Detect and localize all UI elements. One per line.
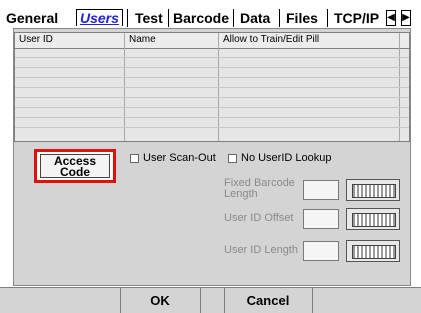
user-id-length-label: User ID Length: [224, 244, 298, 256]
access-code-highlight: Access Code: [34, 149, 116, 183]
user-scan-out-label: User Scan-Out: [143, 152, 216, 164]
user-id-offset-field[interactable]: [303, 209, 339, 229]
tab-data[interactable]: Data: [240, 10, 270, 26]
keyboard-icon[interactable]: [346, 208, 400, 230]
table-row[interactable]: [15, 117, 409, 118]
fixed-barcode-length-field[interactable]: [303, 180, 339, 200]
ok-button[interactable]: OK: [121, 288, 199, 313]
tab-tcpip[interactable]: TCP/IP: [334, 10, 379, 26]
no-userid-lookup-checkbox[interactable]: No UserID Lookup: [228, 152, 332, 164]
column-header-user-id[interactable]: User ID: [19, 34, 53, 45]
table-row[interactable]: [15, 87, 409, 88]
user-scan-out-checkbox[interactable]: User Scan-Out: [130, 152, 216, 164]
footer-divider: [200, 288, 201, 313]
user-id-length-field[interactable]: [303, 241, 339, 261]
user-id-offset-label: User ID Offset: [224, 212, 294, 224]
table-row[interactable]: [15, 67, 409, 68]
table-row[interactable]: [15, 97, 409, 98]
tab-general[interactable]: General: [6, 10, 58, 26]
footer-divider: [312, 288, 313, 313]
footer-bar: OK Cancel: [0, 287, 421, 313]
table-row[interactable]: [15, 77, 409, 78]
fixed-barcode-length-label-line2: Length: [224, 188, 258, 200]
table-header: User ID Name Allow to Train/Edit Pill: [15, 33, 409, 49]
checkbox-icon: [130, 153, 139, 163]
no-userid-lookup-label: No UserID Lookup: [241, 152, 332, 164]
table-row[interactable]: [15, 57, 409, 58]
column-header-allow-train[interactable]: Allow to Train/Edit Pill: [223, 34, 319, 45]
tab-divider: [327, 9, 328, 27]
checkbox-icon: [228, 153, 237, 163]
access-code-button[interactable]: Access Code: [40, 154, 110, 178]
users-table[interactable]: User ID Name Allow to Train/Edit Pill: [14, 32, 410, 142]
keyboard-keys: [352, 184, 396, 198]
tab-divider: [127, 9, 128, 27]
tab-files[interactable]: Files: [286, 10, 318, 26]
table-row[interactable]: [15, 127, 409, 128]
tab-bar: General Users Test Barcode Data Files TC…: [0, 0, 421, 30]
table-row[interactable]: [15, 107, 409, 108]
keyboard-icon[interactable]: [346, 240, 400, 262]
arrow-right-icon[interactable]: ▶: [401, 10, 411, 26]
keyboard-keys: [352, 213, 396, 227]
keyboard-keys: [352, 245, 396, 259]
access-code-label-line2: Code: [60, 165, 90, 179]
tab-users[interactable]: Users: [76, 9, 123, 26]
keyboard-icon[interactable]: [346, 179, 400, 201]
tab-barcode[interactable]: Barcode: [173, 10, 229, 26]
arrow-left-icon[interactable]: ◀: [386, 10, 396, 26]
tab-divider: [233, 9, 234, 27]
tab-divider: [279, 9, 280, 27]
tab-test[interactable]: Test: [135, 10, 163, 26]
fixed-barcode-length-label: Fixed Barcode Length: [224, 178, 295, 200]
tab-divider: [168, 9, 169, 27]
column-header-name[interactable]: Name: [129, 34, 156, 45]
cancel-button[interactable]: Cancel: [225, 288, 311, 313]
